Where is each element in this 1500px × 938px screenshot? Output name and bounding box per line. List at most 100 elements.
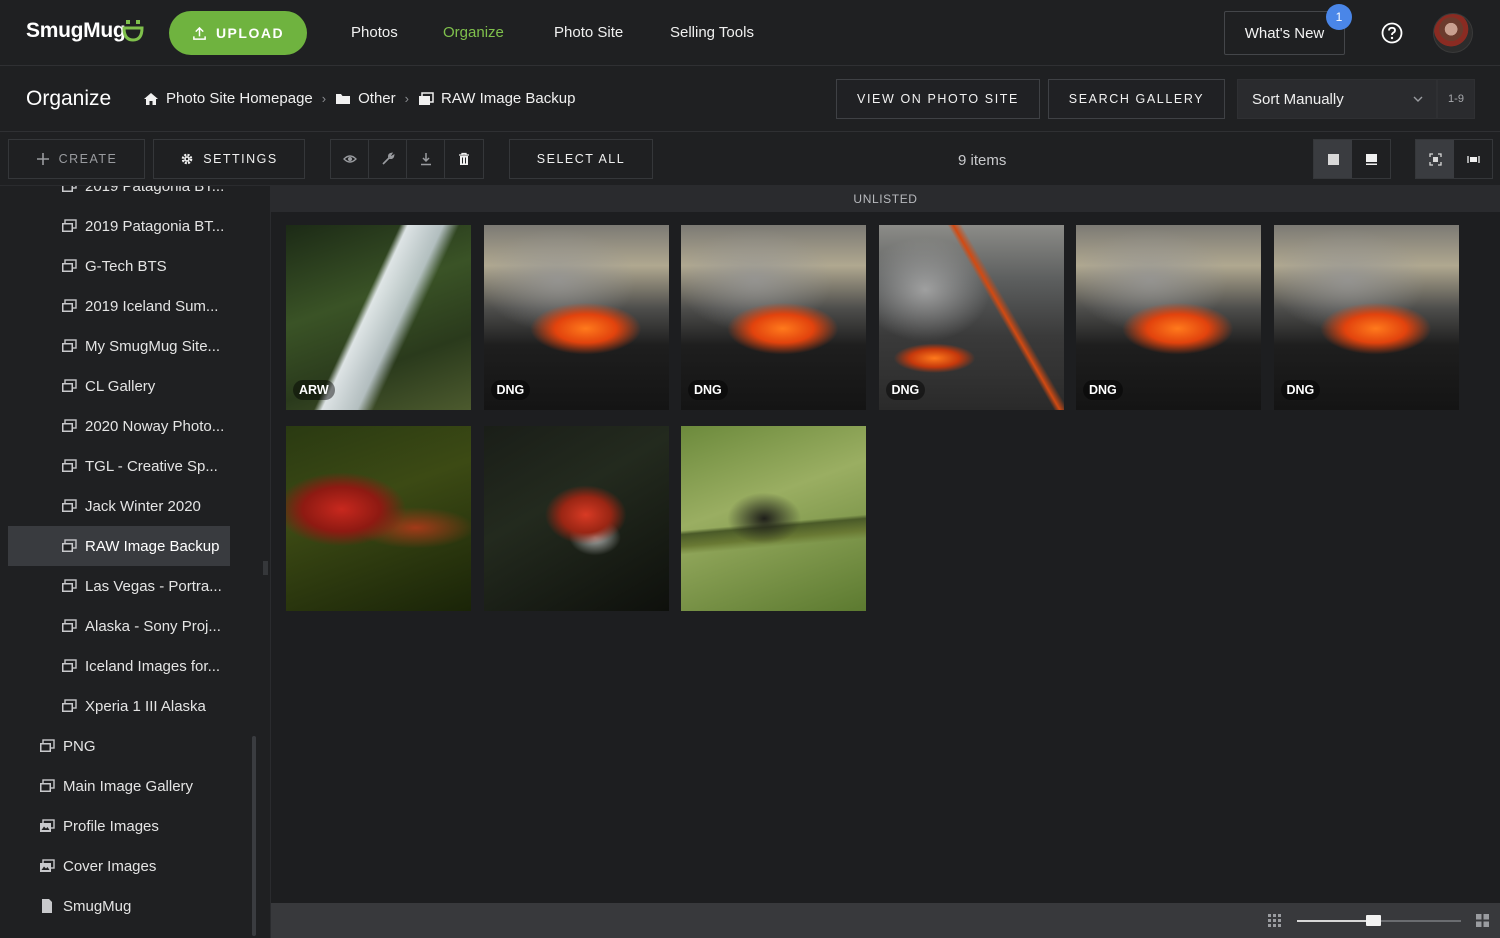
notification-badge: 1 (1326, 4, 1352, 30)
help-icon[interactable] (1381, 22, 1403, 44)
sidebar-item[interactable]: 2019 Patagonia BT... (61, 186, 231, 206)
nav-photo-site[interactable]: Photo Site (554, 24, 623, 41)
tools-button[interactable] (369, 140, 407, 178)
layout-list-button[interactable] (1352, 140, 1390, 178)
photo-thumbnail-frog[interactable] (483, 426, 669, 611)
upload-button[interactable]: UPLOAD (169, 11, 307, 55)
nav-photos[interactable]: Photos (351, 24, 398, 41)
sidebar-item-label: RAW Image Backup (85, 537, 220, 555)
sidebar-item[interactable]: 2019 Iceland Sum... (61, 286, 231, 326)
sidebar-item-label: 2019 Patagonia BT... (85, 186, 225, 195)
sidebar-item-label: TGL - Creative Sp... (85, 457, 218, 475)
sort-select[interactable]: Sort Manually (1237, 79, 1437, 119)
view-on-photo-site-button[interactable]: VIEW ON PHOTO SITE (836, 79, 1040, 119)
select-all-button[interactable]: SELECT ALL (509, 139, 653, 179)
sidebar-item-label: Jack Winter 2020 (85, 497, 201, 515)
crop-fit-button[interactable] (1454, 140, 1492, 178)
breadcrumb-homepage[interactable]: Photo Site Homepage (166, 90, 313, 107)
sidebar-item[interactable]: Main Image Gallery (39, 766, 209, 806)
sidebar-item[interactable]: 2019 Patagonia BT... (61, 206, 231, 246)
download-button[interactable] (407, 140, 445, 178)
create-button[interactable]: CREATE (8, 139, 145, 179)
sidebar-item-label: Cover Images (63, 857, 157, 875)
sidebar-item[interactable]: Jack Winter 2020 (61, 486, 231, 526)
photo-thumbnail-waterfall[interactable]: ARW (286, 225, 471, 410)
sidebar-item-label: 2019 Patagonia BT... (85, 217, 225, 235)
sidebar-item-label: Main Image Gallery (63, 777, 194, 795)
photo-thumbnail-macaw[interactable] (286, 426, 471, 611)
slider-fill (1297, 920, 1377, 922)
sidebar-item[interactable]: Las Vegas - Portra... (61, 566, 231, 606)
small-grid-icon[interactable] (1268, 914, 1281, 927)
sidebar-item[interactable]: CL Gallery (61, 366, 231, 406)
sidebar-item-label: Iceland Images for... (85, 657, 221, 675)
sidebar-resize-handle[interactable] (263, 561, 268, 575)
sidebar-scrollbar[interactable] (252, 736, 256, 936)
sidebar-item[interactable]: SmugMug (39, 886, 209, 926)
settings-button[interactable]: SETTINGS (153, 139, 305, 179)
gallery-icon (62, 259, 77, 272)
page-icon (42, 899, 52, 913)
file-type-badge: DNG (490, 380, 531, 400)
sidebar-item-label: Profile Images (63, 817, 159, 835)
search-gallery-button[interactable]: SEARCH GALLERY (1048, 79, 1225, 119)
sidebar-item[interactable]: G-Tech BTS (61, 246, 231, 286)
sidebar-item[interactable]: RAW Image Backup (8, 526, 230, 566)
sidebar-item-label: SmugMug (63, 897, 132, 915)
photo-actions-group (330, 139, 484, 179)
section-header: UNLISTED (271, 186, 1500, 212)
toolbar: CREATE SETTINGS SELECT ALL 9 items (0, 132, 1500, 186)
sidebar-item[interactable]: Xperia 1 III Alaska (61, 686, 231, 726)
sort-value: Sort Manually (1252, 90, 1344, 108)
sidebar-item[interactable]: My SmugMug Site... (61, 326, 231, 366)
sidebar-item[interactable]: TGL - Creative Sp... (61, 446, 231, 486)
plus-icon (36, 153, 49, 165)
sidebar-item-label: Alaska - Sony Proj... (85, 617, 221, 635)
gallery-stack-icon (40, 819, 55, 832)
photo-thumbnail-lava-field[interactable]: DNG (878, 225, 1064, 410)
breadcrumb-other[interactable]: Other (358, 90, 396, 107)
photo-thumbnail-volcano[interactable]: DNG (1273, 225, 1459, 410)
settings-label: SETTINGS (203, 152, 278, 166)
items-count: 9 items (958, 152, 1007, 169)
large-grid-icon[interactable] (1476, 914, 1489, 927)
sidebar-item[interactable]: Cover Images (39, 846, 209, 886)
photo-thumbnail-volcano[interactable]: DNG (1076, 225, 1261, 410)
photo-thumbnail-quetzal[interactable] (681, 426, 866, 611)
trash-icon (459, 152, 469, 165)
delete-button[interactable] (445, 140, 483, 178)
nav-selling-tools[interactable]: Selling Tools (670, 24, 754, 41)
chevron-down-icon (1413, 96, 1423, 102)
download-icon (420, 153, 431, 166)
gallery-icon (62, 619, 77, 632)
crop-toggle-group (1415, 139, 1493, 179)
file-type-badge: DNG (1280, 380, 1321, 400)
smugmug-logo[interactable]: SmugMug (26, 19, 126, 43)
visibility-button[interactable] (331, 140, 369, 178)
sidebar-item[interactable]: Profile Images (39, 806, 209, 846)
sidebar-item[interactable]: 2020 Noway Photo... (61, 406, 231, 446)
gallery-stack-icon (40, 859, 55, 872)
breadcrumb-separator: › (321, 91, 327, 106)
file-type-badge: DNG (688, 380, 728, 400)
gallery-icon (62, 299, 77, 312)
top-nav: SmugMug UPLOAD Photos Organize Photo Sit… (0, 0, 1500, 66)
wrench-icon (381, 152, 395, 165)
sidebar-item[interactable]: Iceland Images for... (61, 646, 231, 686)
gallery-icon (62, 539, 77, 552)
layout-grid-button[interactable] (1314, 140, 1352, 178)
gallery-icon (62, 499, 77, 512)
sidebar-item[interactable]: PNG (39, 726, 209, 766)
nav-organize[interactable]: Organize (443, 24, 504, 41)
sidebar-item-label: My SmugMug Site... (85, 337, 221, 355)
gallery-icon (62, 219, 77, 232)
breadcrumb-current[interactable]: RAW Image Backup (441, 90, 576, 107)
crop-fill-button[interactable] (1416, 140, 1454, 178)
bottom-bar (271, 903, 1500, 938)
slider-handle[interactable] (1366, 915, 1381, 926)
sidebar-item[interactable]: Alaska - Sony Proj... (61, 606, 231, 646)
photo-thumbnail-volcano[interactable]: DNG (483, 225, 669, 410)
photo-thumbnail-volcano[interactable]: DNG (681, 225, 866, 410)
user-avatar[interactable] (1433, 13, 1473, 53)
folder-icon (336, 93, 351, 104)
